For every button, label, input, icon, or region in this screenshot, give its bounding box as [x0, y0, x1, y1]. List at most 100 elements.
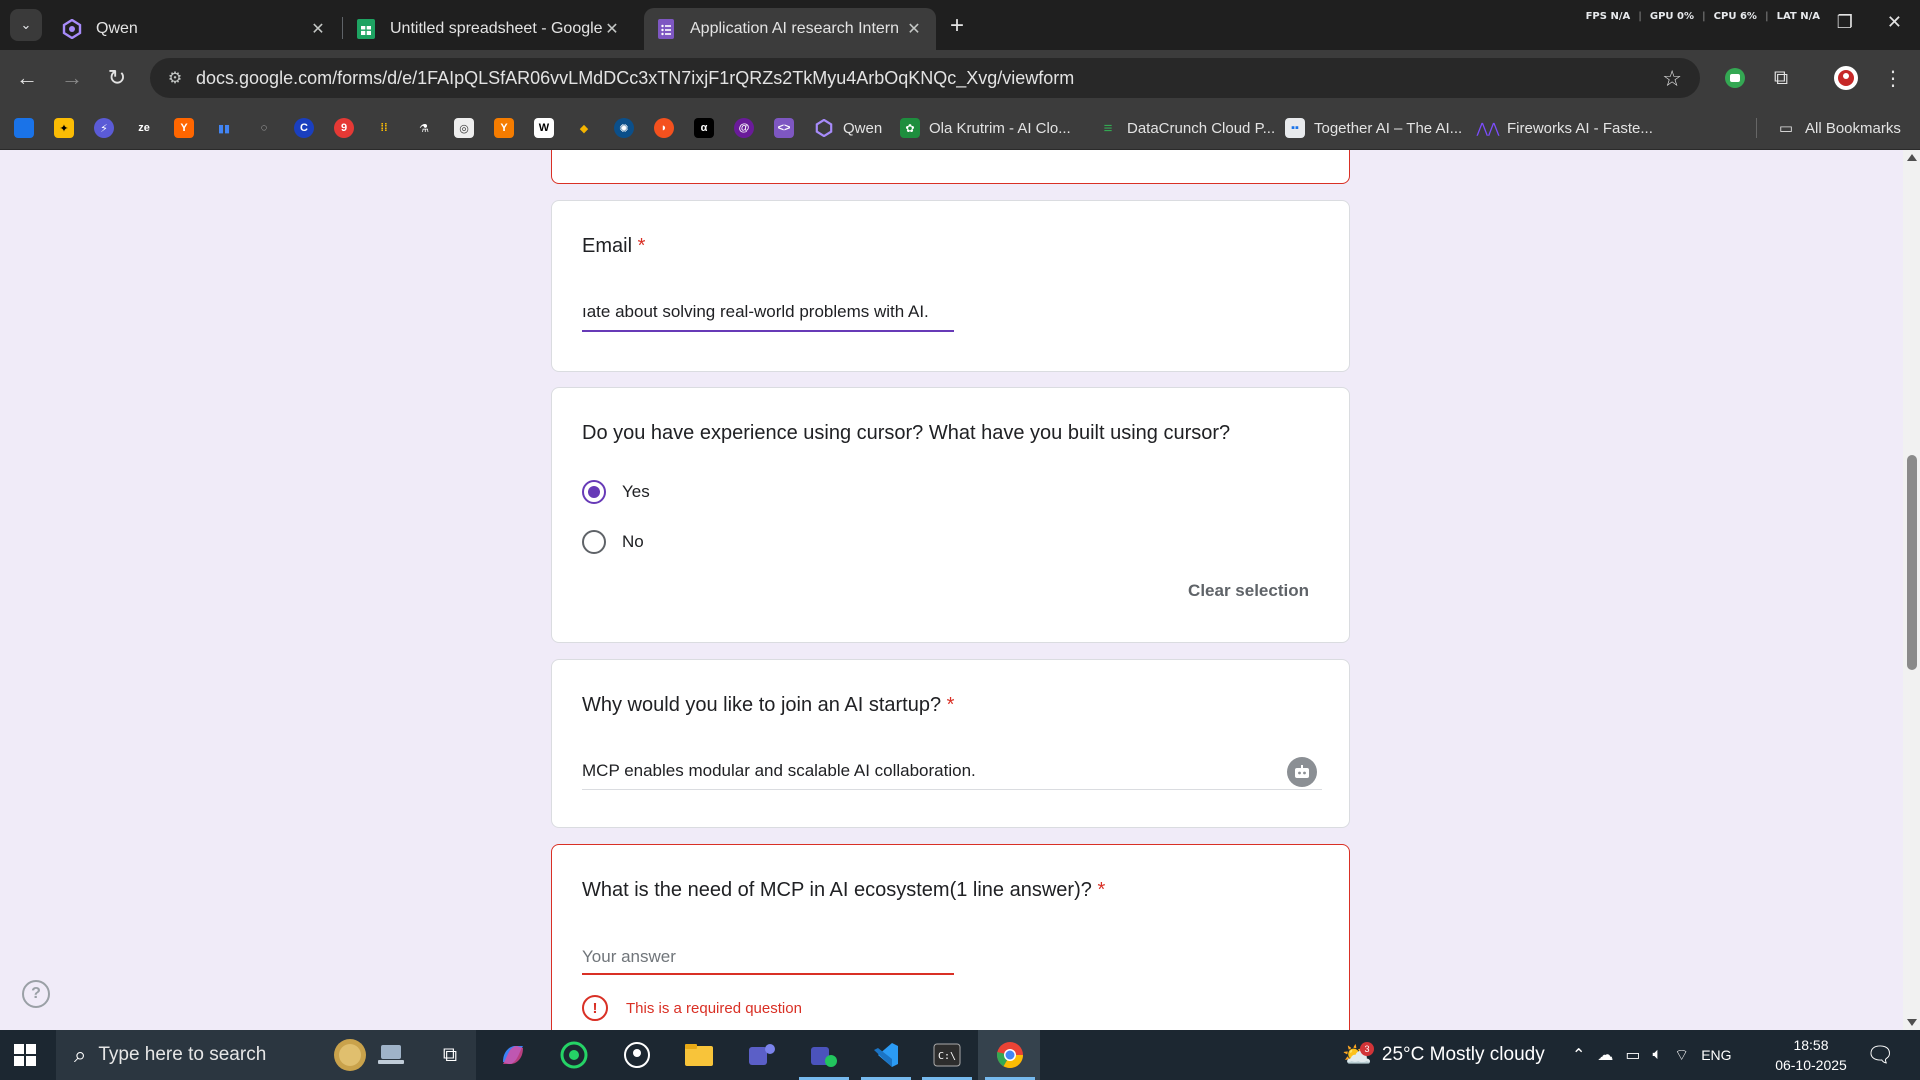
all-bookmarks-button[interactable]: ▭ All Bookmarks — [1776, 117, 1901, 139]
bookmark-w-icon[interactable]: W — [534, 118, 554, 138]
notification-icon[interactable]: 🗨︎ — [1866, 1030, 1894, 1080]
new-tab-button[interactable]: + — [950, 12, 964, 40]
bookmark-loader-icon[interactable]: ◌ — [254, 118, 274, 138]
required-asterisk: * — [1097, 879, 1106, 901]
tab-spreadsheet[interactable]: Untitled spreadsheet - Google Sheets ✕ — [344, 8, 634, 50]
help-icon[interactable]: ? — [22, 980, 50, 1008]
system-tray: ⌃ ☁ ▭ 🔈︎ ⌔ ENG — [1572, 1030, 1732, 1080]
taskbar-search[interactable]: ⌕ Type here to search — [56, 1030, 476, 1080]
page-scrollbar[interactable] — [1903, 150, 1920, 1030]
forward-icon[interactable]: → — [58, 64, 86, 92]
close-icon[interactable]: ✕ — [904, 19, 924, 39]
form-page: Email * ıate about solving real-world pr… — [0, 150, 1920, 1030]
bookmark-circle-icon[interactable]: ◎ — [454, 118, 474, 138]
url-text[interactable]: docs.google.com/forms/d/e/1FAIpQLSfAR06v… — [196, 68, 1074, 89]
bookmark-globe-icon[interactable]: ✺ — [614, 118, 634, 138]
nobel-prize-icon[interactable] — [330, 1039, 370, 1071]
reload-icon[interactable]: ↻ — [103, 64, 131, 92]
bookmark-code-icon[interactable]: <> — [774, 118, 794, 138]
email-input[interactable]: ıate about solving real-world problems w… — [582, 302, 954, 322]
teams-icon[interactable] — [745, 1039, 779, 1071]
bookmark-together[interactable]: ▪▪ Together AI – The AI... — [1285, 117, 1462, 139]
extension-icon[interactable] — [1722, 65, 1748, 91]
copilot-icon[interactable] — [496, 1039, 530, 1071]
bookmark-alpha-icon[interactable]: α — [694, 118, 714, 138]
language-indicator[interactable]: ENG — [1701, 1047, 1731, 1063]
tab-label: Untitled spreadsheet - Google Sheets — [390, 20, 602, 37]
close-window-icon[interactable]: ✕ — [1887, 12, 1902, 33]
avatar[interactable] — [1833, 65, 1859, 91]
site-info-icon[interactable]: ⚙ — [160, 68, 190, 88]
tab-qwen[interactable]: Qwen ✕ — [50, 8, 340, 50]
bookmark-grid-icon[interactable]: ⁞⁞ — [374, 118, 394, 138]
robot-assist-icon[interactable] — [1287, 757, 1317, 787]
scroll-down-arrow-icon[interactable] — [1907, 1019, 1917, 1026]
error-message: This is a required question — [626, 999, 802, 1017]
radio-button[interactable] — [582, 480, 606, 504]
tab-application-form[interactable]: Application AI research Intern ✕ — [644, 8, 936, 50]
qwen-icon — [62, 19, 82, 39]
scroll-thumb[interactable] — [1907, 455, 1917, 670]
camera-app-icon[interactable] — [620, 1039, 654, 1071]
question-card-cursor: Do you have experience using cursor? Wha… — [551, 387, 1350, 643]
bookmark-flask-icon[interactable]: ⚗ — [414, 118, 434, 138]
bookmark-c-icon[interactable]: C — [294, 118, 314, 138]
sheets-icon — [356, 19, 376, 39]
clear-selection-button[interactable]: Clear selection — [1188, 581, 1309, 601]
laptop-widget-icon[interactable] — [374, 1039, 408, 1071]
close-icon[interactable]: ✕ — [602, 19, 622, 39]
puzzle-icon[interactable]: ⧉ — [1768, 65, 1794, 91]
bookmark-fireworks[interactable]: ⋀⋀ Fireworks AI - Faste... — [1477, 117, 1653, 139]
bookmark-ze-icon[interactable]: ze — [134, 118, 154, 138]
file-explorer-icon[interactable] — [682, 1039, 716, 1071]
bookmark-label: DataCrunch Cloud P... — [1127, 119, 1276, 137]
radio-option-no[interactable]: No — [582, 530, 644, 554]
teams-chat-icon[interactable] — [799, 1039, 849, 1080]
scroll-up-arrow-icon[interactable] — [1907, 154, 1917, 161]
bookmark-orange-icon[interactable]: ◗ — [654, 118, 674, 138]
bookmark-swirl-icon[interactable]: @ — [734, 118, 754, 138]
bookmark-datacrunch[interactable]: ≡ DataCrunch Cloud P... — [1098, 117, 1276, 139]
clock-date: 06-10-2025 — [1775, 1057, 1847, 1073]
search-icon: ⌕ — [74, 1042, 87, 1067]
bookmark-bars-icon[interactable]: ▮▮ — [214, 118, 234, 138]
address-bar[interactable]: ⚙ docs.google.com/forms/d/e/1FAIpQLSfAR0… — [150, 58, 1700, 98]
volume-icon[interactable]: 🔈︎ — [1653, 1046, 1663, 1064]
menu-kebab-icon[interactable]: ⋮ — [1880, 65, 1906, 91]
bookmark-divider — [1756, 118, 1757, 138]
wifi-icon[interactable]: ⌔ — [1674, 1045, 1689, 1065]
radio-button[interactable] — [582, 530, 606, 554]
bookmark-qwen[interactable]: Qwen — [814, 117, 882, 139]
bookmark-stack-icon[interactable]: ◆ — [574, 118, 594, 138]
whatsapp-icon[interactable] — [557, 1039, 591, 1071]
tab-search-button[interactable]: ⌄ — [10, 9, 42, 41]
windows-start-icon[interactable] — [14, 1044, 36, 1066]
terminal-icon[interactable]: C:\ — [922, 1039, 972, 1080]
vscode-icon[interactable] — [861, 1039, 911, 1080]
question-title: Why would you like to join an AI startup… — [582, 694, 955, 716]
krutrim-icon: ✿ — [900, 118, 920, 138]
bookmark-starburst-icon[interactable]: ✦ — [54, 118, 74, 138]
chrome-icon[interactable] — [985, 1039, 1035, 1080]
clock[interactable]: 18:58 06-10-2025 — [1756, 1035, 1866, 1075]
bookmark-nine-icon[interactable]: 9 — [334, 118, 354, 138]
bookmark-ycombinator-icon[interactable]: Y — [174, 118, 194, 138]
battery-icon[interactable]: ▭ — [1625, 1045, 1640, 1065]
browser-toolbar: ← → ↻ ⚙ docs.google.com/forms/d/e/1FAIpQ… — [0, 50, 1920, 106]
onedrive-cloud-icon[interactable]: ☁ — [1597, 1045, 1613, 1065]
bookmark-calendar-icon[interactable] — [14, 118, 34, 138]
bookmark-bolt-icon[interactable]: ⚡ — [94, 118, 114, 138]
chevron-up-icon[interactable]: ⌃ — [1572, 1045, 1585, 1065]
mcp-answer-input[interactable]: Your answer — [582, 947, 676, 967]
task-view-icon[interactable]: ⧉ — [433, 1039, 467, 1071]
restore-icon[interactable]: ❐ — [1837, 12, 1853, 33]
back-icon[interactable]: ← — [13, 64, 41, 92]
startup-answer-input[interactable]: MCP enables modular and scalable AI coll… — [582, 761, 1262, 781]
radio-option-yes[interactable]: Yes — [582, 480, 650, 504]
bookmark-y-orange-icon[interactable]: Y — [494, 118, 514, 138]
weather-widget[interactable]: ⛅ 25°C Mostly cloudy — [1342, 1030, 1545, 1080]
bookmark-krutrim[interactable]: ✿ Ola Krutrim - AI Clo... — [900, 117, 1071, 139]
close-icon[interactable]: ✕ — [308, 19, 328, 39]
bookmark-star-icon[interactable]: ☆ — [1662, 66, 1682, 92]
bookmark-label: Ola Krutrim - AI Clo... — [929, 119, 1071, 137]
